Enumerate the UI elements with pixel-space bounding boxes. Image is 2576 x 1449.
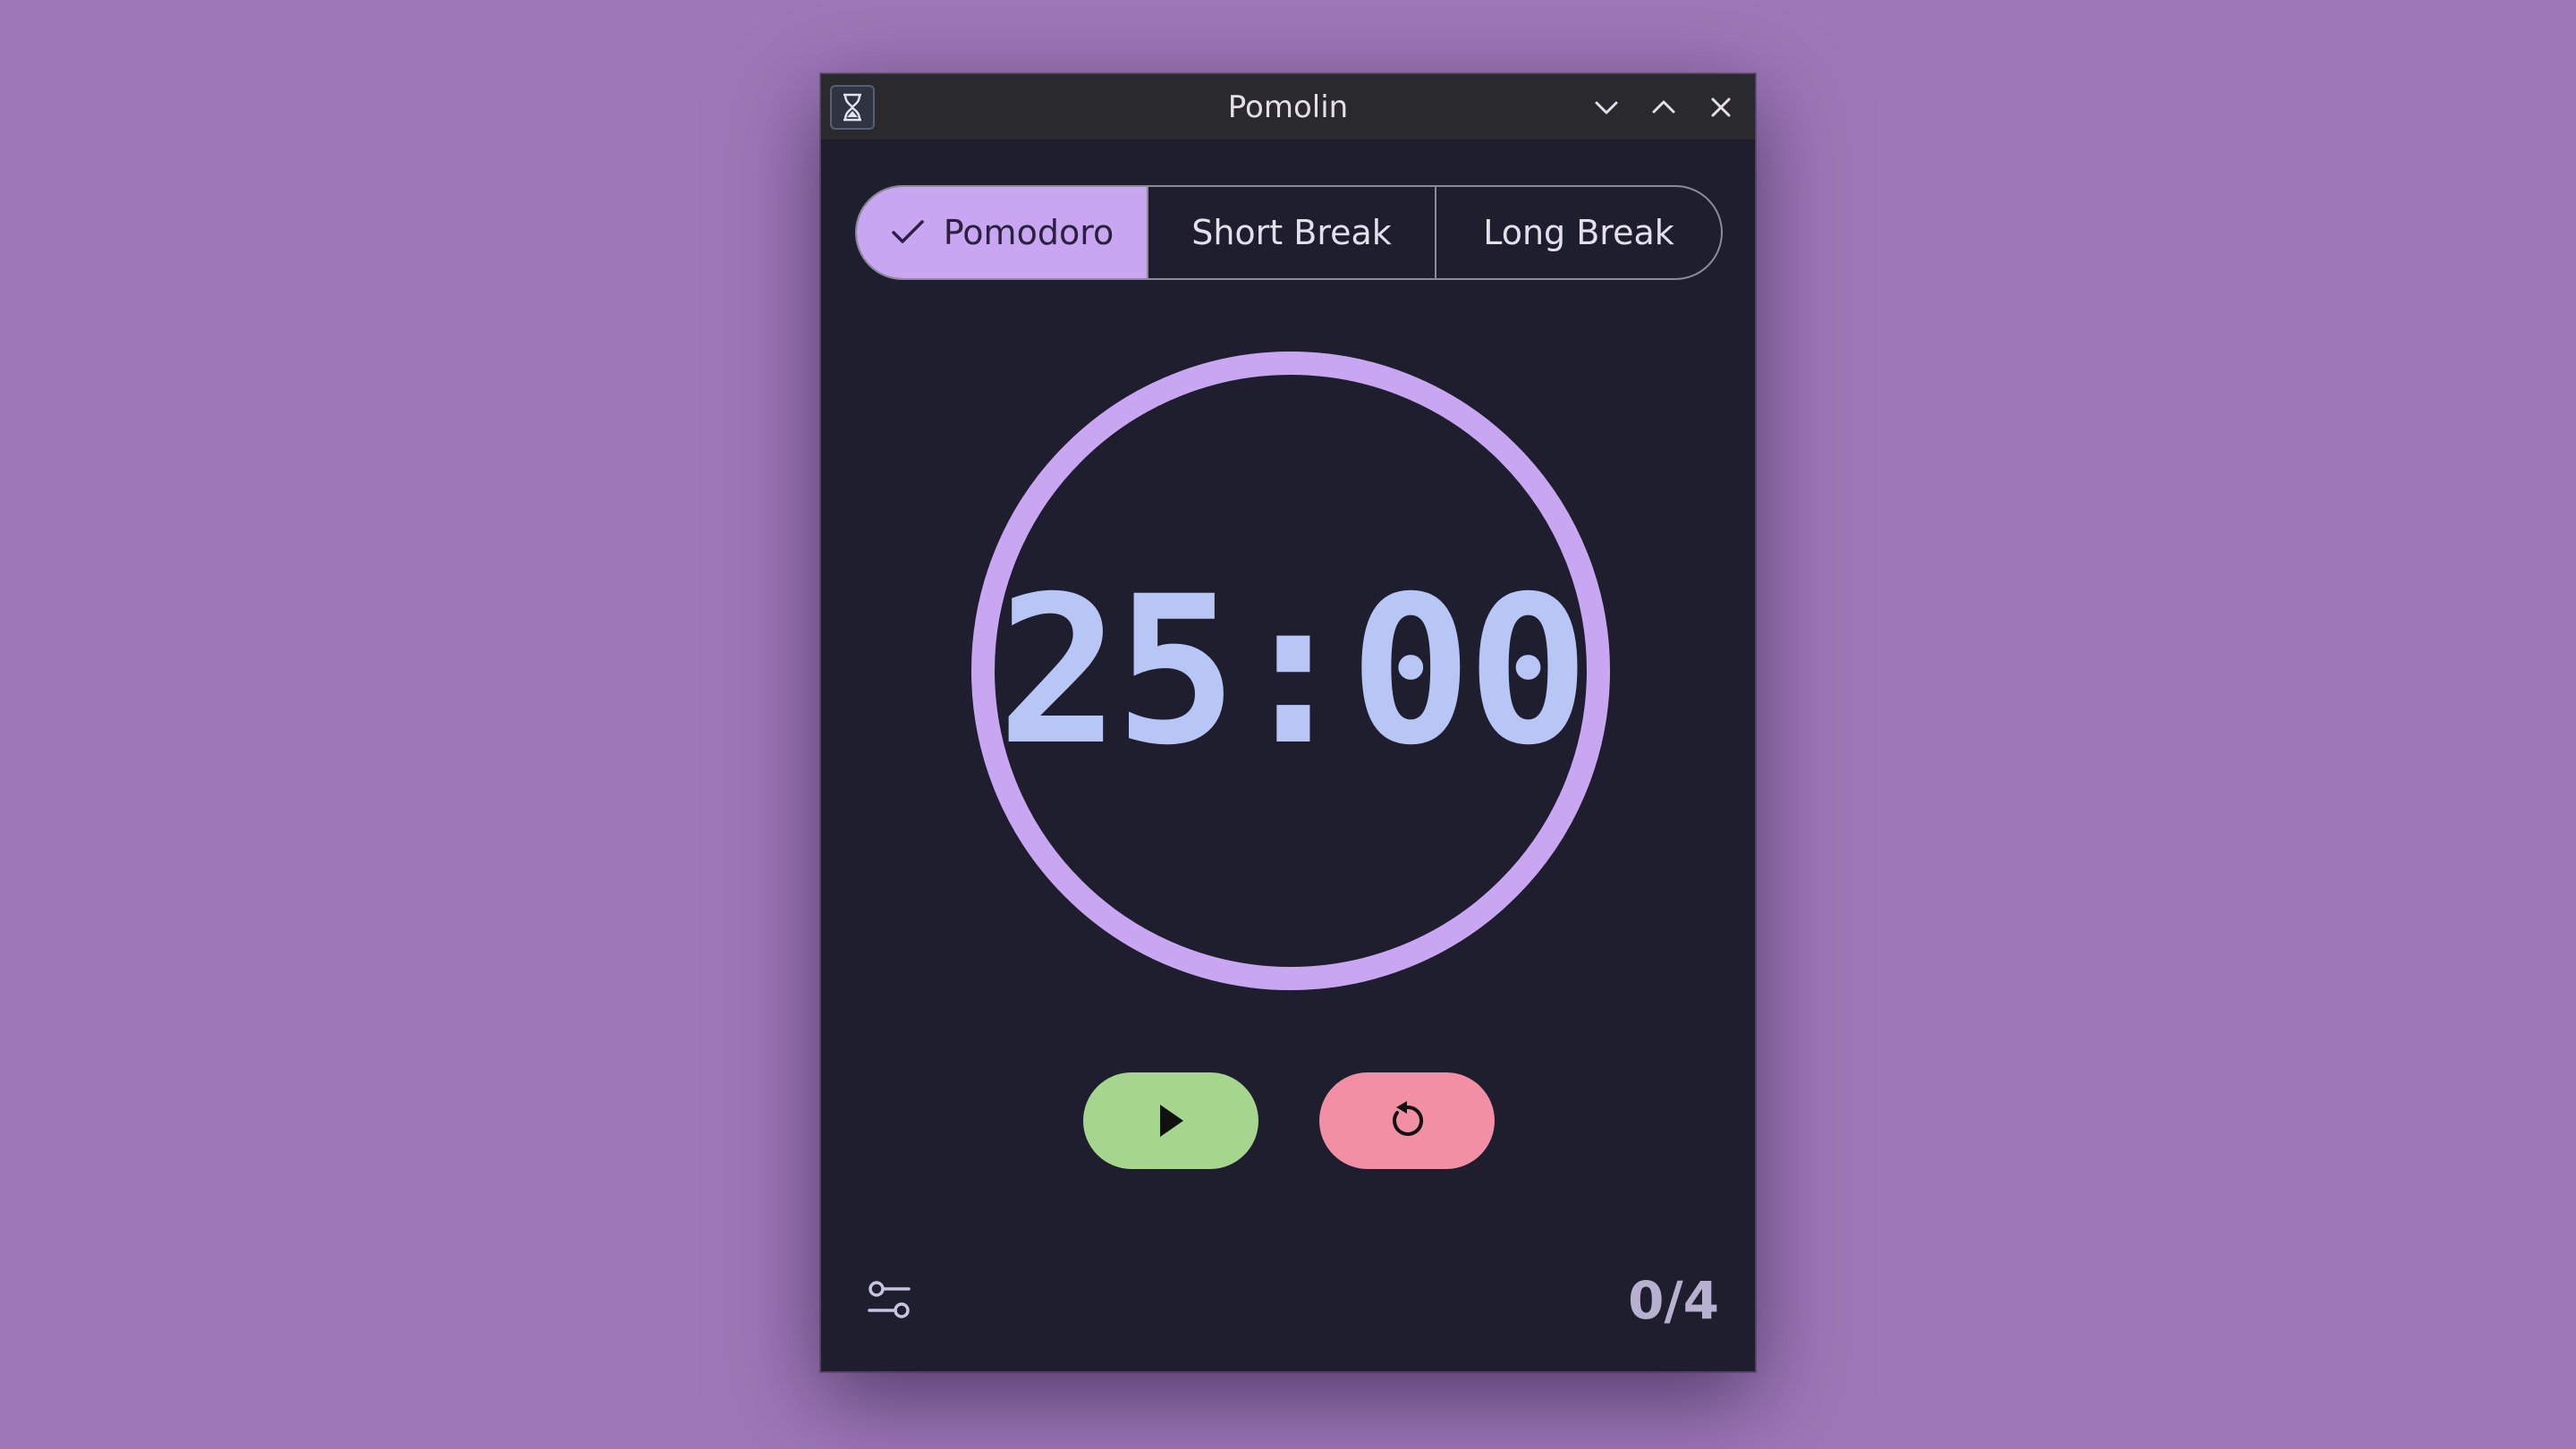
mode-long-break-label: Long Break	[1483, 213, 1674, 252]
reset-icon	[1393, 1101, 1424, 1136]
mode-long-break-button[interactable]: Long Break	[1435, 187, 1721, 278]
reset-button[interactable]	[1319, 1072, 1495, 1169]
play-button[interactable]	[1083, 1072, 1258, 1169]
timer-display: 25:00	[996, 552, 1589, 790]
settings-button[interactable]	[862, 1273, 916, 1326]
mode-short-break-label: Short Break	[1191, 213, 1392, 252]
check-icon	[890, 218, 926, 247]
mode-short-break-button[interactable]: Short Break	[1147, 187, 1435, 278]
chevron-down-icon	[1595, 101, 1618, 114]
title-bar[interactable]: Pomolin	[821, 74, 1755, 140]
close-button[interactable]	[1699, 85, 1743, 130]
mode-selector: Pomodoro Short Break Long Break	[855, 185, 1723, 280]
minimize-button[interactable]	[1584, 85, 1629, 130]
sliders-icon	[868, 1281, 911, 1318]
session-counter: 0/4	[1628, 1270, 1719, 1331]
mode-pomodoro-button[interactable]: Pomodoro	[857, 187, 1147, 278]
close-icon	[1711, 97, 1731, 117]
app-window: Pomolin Pomodoro Short Break Long Break …	[820, 73, 1756, 1372]
maximize-button[interactable]	[1641, 85, 1686, 130]
chevron-up-icon	[1652, 100, 1675, 114]
mode-pomodoro-label: Pomodoro	[943, 213, 1114, 252]
play-icon	[1160, 1105, 1183, 1137]
